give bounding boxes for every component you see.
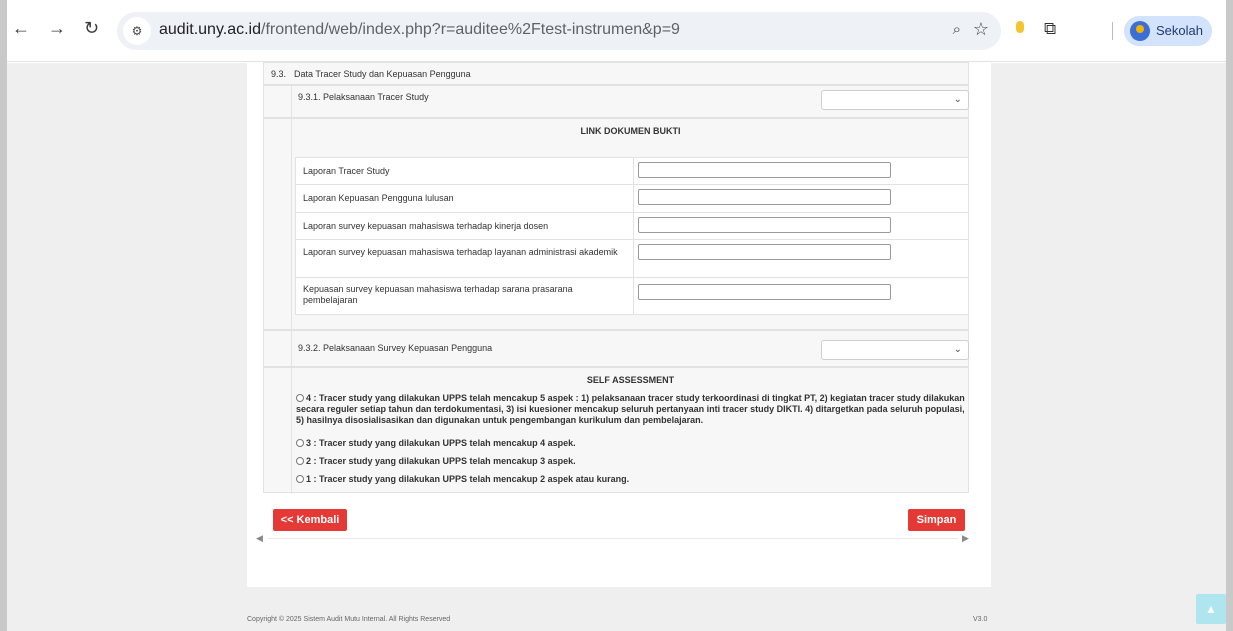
chevron-up-icon: ▲: [1205, 602, 1217, 616]
browser-menu-icon[interactable]: ⋮: [1222, 18, 1233, 38]
extension-bulb-icon[interactable]: [1016, 21, 1024, 33]
profile-avatar-icon: [1130, 21, 1150, 41]
scroll-right-icon[interactable]: ▶: [962, 533, 969, 544]
radio-button[interactable]: [296, 475, 304, 483]
scroll-to-top-button[interactable]: ▲: [1196, 594, 1226, 624]
link-documents-heading: LINK DOKUMEN BUKTI: [580, 126, 681, 136]
table-row: Laporan Tracer Study: [296, 158, 968, 185]
section-title: Data Tracer Study dan Kepuasan Pengguna: [294, 69, 471, 79]
assessment-option-1[interactable]: 1 : Tracer study yang dilakukan UPPS tel…: [296, 474, 629, 485]
browser-toolbar: ← → ↻ ⚙ audit.uny.ac.id/frontend/web/ind…: [0, 0, 1233, 62]
row-divider: [291, 331, 292, 368]
document-link-input[interactable]: [638, 217, 891, 233]
table-row: Kepuasan survey kepuasan mahasiswa terha…: [296, 278, 968, 314]
extensions-puzzle-icon[interactable]: ⧉: [1044, 19, 1056, 39]
document-link-input[interactable]: [638, 284, 891, 300]
horizontal-scrollbar[interactable]: [268, 538, 958, 539]
section-header-row: 9.3. Data Tracer Study dan Kepuasan Peng…: [263, 62, 969, 85]
footer-copyright: Copyright © 2025 Sistem Audit Mutu Inter…: [247, 616, 451, 623]
table-row: Laporan survey kepuasan mahasiswa terhad…: [296, 213, 968, 240]
documents-table: Laporan Tracer Study Laporan Kepuasan Pe…: [295, 157, 969, 315]
radio-button[interactable]: [296, 457, 304, 465]
zoom-icon[interactable]: ⌕: [953, 21, 961, 38]
address-bar[interactable]: ⚙ audit.uny.ac.id/frontend/web/index.php…: [117, 12, 1001, 50]
footer-version: V3.0: [973, 616, 988, 623]
url-text[interactable]: audit.uny.ac.id/frontend/web/index.php?r…: [159, 21, 680, 39]
select-9-3-2[interactable]: ⌄: [821, 340, 969, 360]
self-assessment-heading: SELF ASSESSMENT: [586, 375, 675, 385]
bookmark-star-icon[interactable]: ☆: [973, 19, 989, 40]
table-row: Laporan survey kepuasan mahasiswa terhad…: [296, 240, 968, 278]
item-label-9-3-2: 9.3.2. Pelaksanaan Survey Kepuasan Pengg…: [298, 343, 493, 353]
document-label: Laporan Tracer Study: [303, 166, 390, 176]
section-number: 9.3.: [271, 69, 287, 79]
document-label: Laporan survey kepuasan mahasiswa terhad…: [303, 221, 549, 231]
toolbar-divider: [1112, 22, 1113, 40]
row-divider: [291, 86, 292, 119]
chevron-down-icon: ⌄: [953, 94, 962, 105]
table-row: Laporan Kepuasan Pengguna lulusan: [296, 185, 968, 213]
scroll-left-icon[interactable]: ◀: [256, 533, 263, 544]
radio-button[interactable]: [296, 394, 304, 402]
chevron-down-icon: ⌄: [953, 344, 962, 355]
assessment-option-3[interactable]: 3 : Tracer study yang dilakukan UPPS tel…: [296, 438, 576, 449]
assessment-option-4[interactable]: 4 : Tracer study yang dilakukan UPPS tel…: [296, 393, 966, 426]
radio-button[interactable]: [296, 439, 304, 447]
site-settings-icon[interactable]: ⚙: [123, 17, 151, 45]
row-divider: [291, 119, 292, 331]
item-label-9-3-1: 9.3.1. Pelaksanaan Tracer Study: [298, 92, 429, 102]
document-label: Laporan Kepuasan Pengguna lulusan: [303, 193, 454, 203]
back-arrow-icon[interactable]: ←: [12, 18, 30, 39]
profile-button[interactable]: Sekolah: [1124, 16, 1212, 46]
row-divider: [291, 368, 292, 494]
document-link-input[interactable]: [638, 189, 891, 205]
reload-icon[interactable]: ↻: [84, 18, 99, 39]
document-link-input[interactable]: [638, 162, 891, 178]
assessment-option-2[interactable]: 2 : Tracer study yang dilakukan UPPS tel…: [296, 456, 576, 467]
forward-arrow-icon[interactable]: →: [48, 18, 66, 39]
select-9-3-1[interactable]: ⌄: [821, 90, 969, 110]
document-label: Kepuasan survey kepuasan mahasiswa terha…: [303, 284, 573, 305]
back-button[interactable]: << Kembali: [273, 509, 347, 531]
document-label: Laporan survey kepuasan mahasiswa terhad…: [303, 247, 618, 257]
profile-name: Sekolah: [1156, 23, 1203, 38]
save-button[interactable]: Simpan: [908, 509, 965, 531]
document-link-input[interactable]: [638, 244, 891, 260]
